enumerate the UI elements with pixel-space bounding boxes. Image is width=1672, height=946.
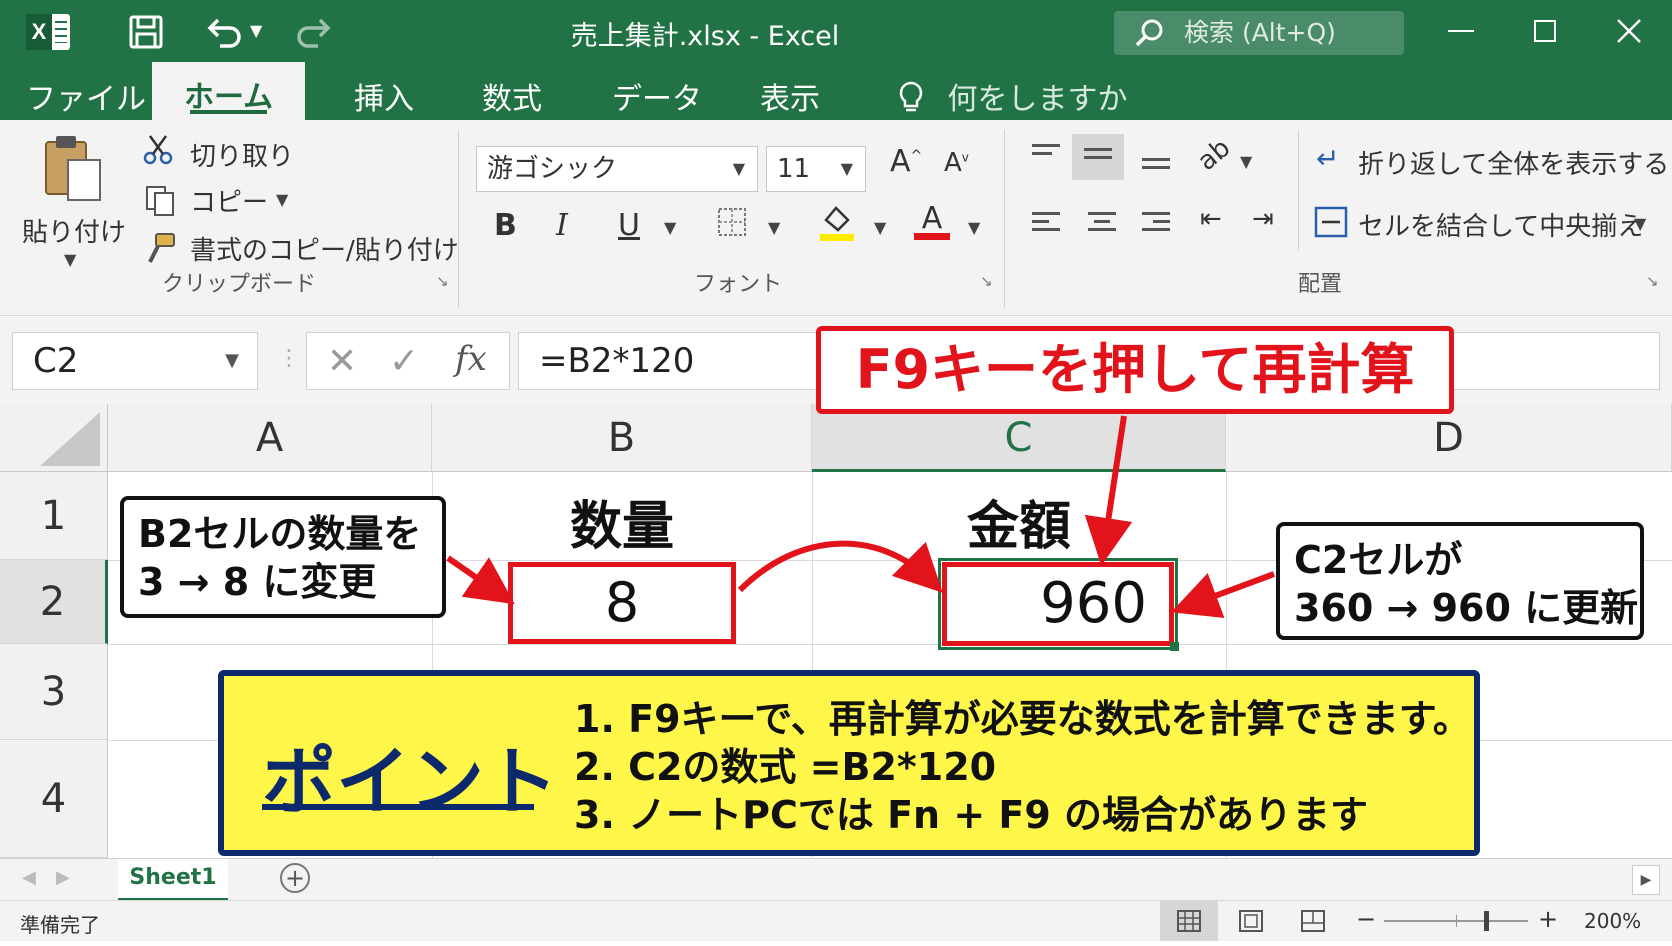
- b2-note-line2: 3 → 8 に変更: [138, 560, 377, 604]
- f9-callout: F9キーを押して再計算: [816, 326, 1454, 414]
- point-underline: [262, 804, 534, 810]
- page-break-view-icon[interactable]: [1300, 909, 1326, 938]
- scroll-right-button[interactable]: ▶: [1632, 865, 1660, 895]
- point-item-2: 2. C2の数式 =B2*120: [574, 745, 997, 789]
- b2-note-line1: B2セルの数量を: [138, 512, 422, 556]
- zoom-slider-center-tick: [1456, 915, 1457, 927]
- add-sheet-icon[interactable]: +: [280, 863, 310, 893]
- status-ready: 準備完了: [20, 913, 100, 937]
- zoom-out-icon[interactable]: −: [1356, 905, 1376, 933]
- zoom-level[interactable]: 200%: [1584, 909, 1641, 933]
- zoom-slider[interactable]: [1384, 911, 1528, 931]
- point-item-1: 1. F9キーで、再計算が必要な数式を計算できます。: [574, 697, 1471, 741]
- b2-change-note: B2セルの数量を 3 → 8 に変更: [120, 496, 446, 618]
- point-item-3: 3. ノートPCでは Fn + F9 の場合があります: [574, 793, 1369, 837]
- c2-note-line2: 360 → 960 に更新: [1294, 586, 1639, 630]
- sheet-tab-sheet1[interactable]: Sheet1: [118, 859, 228, 901]
- zoom-slider-thumb[interactable]: [1484, 911, 1489, 931]
- c2-update-note: C2セルが 360 → 960 に更新: [1276, 522, 1644, 640]
- sheet-tab-bar: ◀ ▶ Sheet1 + ▶: [0, 858, 1672, 901]
- scroll-right-icon[interactable]: ▶: [56, 867, 70, 888]
- c2-note-line1: C2セルが: [1294, 538, 1463, 582]
- arrow-f9-to-c2: [1084, 415, 1133, 566]
- point-title: ポイント: [262, 739, 558, 825]
- zoom-in-icon[interactable]: +: [1538, 905, 1558, 933]
- arrow-note-to-c2: [1171, 571, 1276, 619]
- scroll-left-icon[interactable]: ◀: [22, 867, 36, 888]
- arrow-b2-to-c2: [737, 540, 943, 593]
- page-layout-view-icon[interactable]: [1238, 909, 1264, 938]
- status-bar: 準備完了 − + 200%: [0, 900, 1672, 941]
- point-box: ポイント 1. F9キーで、再計算が必要な数式を計算できます。 2. C2の数式…: [218, 670, 1480, 856]
- normal-view-button[interactable]: [1160, 901, 1218, 941]
- arrow-to-b2: [446, 555, 515, 605]
